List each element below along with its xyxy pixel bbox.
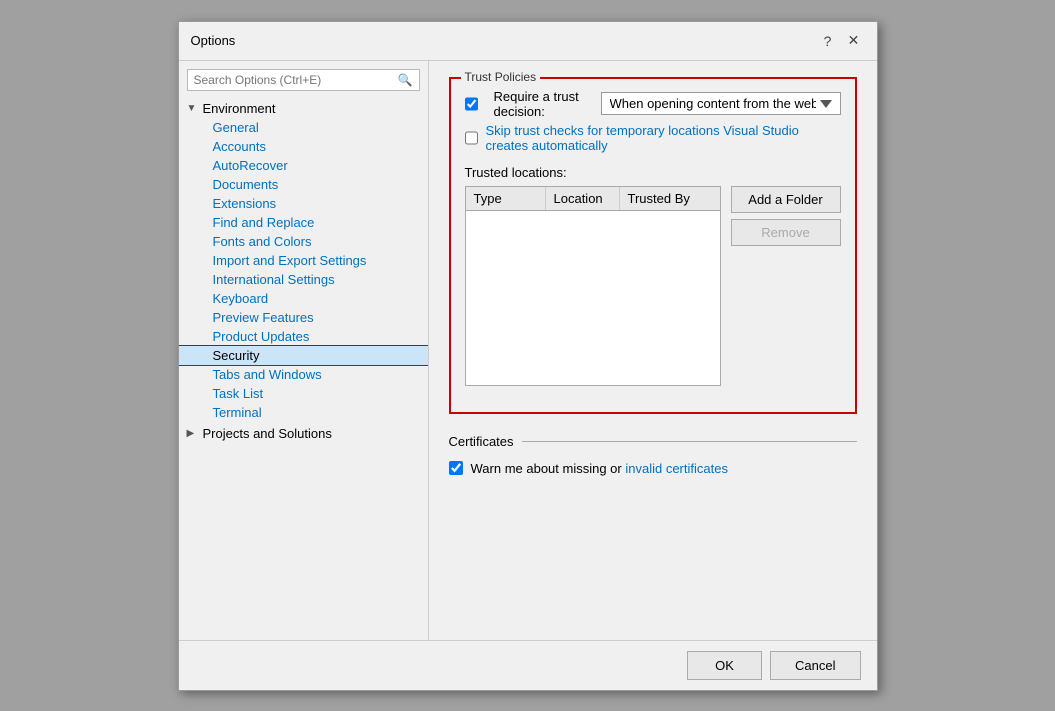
- col-type: Type: [466, 187, 546, 210]
- title-bar-buttons: ? ✕: [817, 30, 865, 52]
- cancel-button[interactable]: Cancel: [770, 651, 860, 680]
- tree-item-environment[interactable]: ▼ Environment: [179, 99, 428, 118]
- col-trusted-by: Trusted By: [620, 187, 720, 210]
- remove-button[interactable]: Remove: [731, 219, 841, 246]
- search-icon: 🔍: [398, 73, 413, 87]
- tree-item-tabs-windows[interactable]: Tabs and Windows: [179, 365, 428, 384]
- tree-item-keyboard[interactable]: Keyboard: [179, 289, 428, 308]
- help-button[interactable]: ?: [817, 30, 839, 52]
- skip-trust-checkbox[interactable]: [465, 131, 478, 145]
- tree: ▼ Environment General Accounts AutoRecov…: [179, 99, 428, 632]
- tree-item-task-list[interactable]: Task List: [179, 384, 428, 403]
- search-box[interactable]: 🔍: [187, 69, 420, 91]
- table-body: [466, 211, 720, 381]
- dialog-footer: OK Cancel: [179, 640, 877, 690]
- warn-certs-label: Warn me about missing or invalid certifi…: [471, 461, 728, 476]
- tree-item-security[interactable]: Security: [179, 346, 428, 365]
- skip-row: Skip trust checks for temporary location…: [465, 123, 841, 153]
- ok-button[interactable]: OK: [687, 651, 762, 680]
- tree-item-product-updates[interactable]: Product Updates: [179, 327, 428, 346]
- trusted-buttons: Add a Folder Remove: [731, 186, 841, 386]
- tree-projects-section: ▶ Projects and Solutions: [179, 424, 428, 443]
- search-input[interactable]: [194, 73, 398, 87]
- tree-item-international[interactable]: International Settings: [179, 270, 428, 289]
- tree-item-documents[interactable]: Documents: [179, 175, 428, 194]
- require-trust-row: Require a trust decision: When opening c…: [465, 89, 841, 119]
- add-folder-button[interactable]: Add a Folder: [731, 186, 841, 213]
- require-trust-checkbox[interactable]: [465, 97, 478, 111]
- dialog-body: 🔍 ▼ Environment General Accounts AutoRec…: [179, 61, 877, 640]
- tree-item-fonts-colors[interactable]: Fonts and Colors: [179, 232, 428, 251]
- divider-line: [522, 441, 857, 442]
- trust-policies-section: Trust Policies Require a trust decision:…: [449, 77, 857, 414]
- trusted-locations-label: Trusted locations:: [465, 165, 841, 180]
- close-button[interactable]: ✕: [843, 30, 865, 52]
- require-trust-label: Require a trust decision:: [494, 89, 593, 119]
- left-panel: 🔍 ▼ Environment General Accounts AutoRec…: [179, 61, 429, 640]
- trust-policies-legend: Trust Policies: [461, 70, 541, 84]
- tree-item-terminal[interactable]: Terminal: [179, 403, 428, 422]
- tree-item-preview-features[interactable]: Preview Features: [179, 308, 428, 327]
- certificates-label: Certificates: [449, 434, 514, 449]
- projects-label: Projects and Solutions: [203, 426, 332, 441]
- right-panel: Trust Policies Require a trust decision:…: [429, 61, 877, 640]
- environment-arrow: ▼: [187, 103, 201, 114]
- projects-arrow: ▶: [187, 428, 201, 439]
- warn-certs-checkbox[interactable]: [449, 461, 463, 475]
- tree-item-extensions[interactable]: Extensions: [179, 194, 428, 213]
- warn-certs-row: Warn me about missing or invalid certifi…: [449, 461, 857, 476]
- tree-item-accounts[interactable]: Accounts: [179, 137, 428, 156]
- col-location: Location: [546, 187, 620, 210]
- dialog-title: Options: [191, 33, 236, 48]
- tree-item-import-export[interactable]: Import and Export Settings: [179, 251, 428, 270]
- options-dialog: Options ? ✕ 🔍 ▼ Environment General A: [178, 21, 878, 691]
- environment-label: Environment: [203, 101, 276, 116]
- tree-item-autorecover[interactable]: AutoRecover: [179, 156, 428, 175]
- title-bar: Options ? ✕: [179, 22, 877, 61]
- trusted-table: Type Location Trusted By: [465, 186, 721, 386]
- table-header: Type Location Trusted By: [466, 187, 720, 211]
- tree-item-general[interactable]: General: [179, 118, 428, 137]
- skip-trust-label: Skip trust checks for temporary location…: [486, 123, 841, 153]
- certificates-section: Certificates Warn me about missing or in…: [449, 434, 857, 476]
- tree-environment-section: ▼ Environment General Accounts AutoRecov…: [179, 99, 428, 422]
- tree-item-find-replace[interactable]: Find and Replace: [179, 213, 428, 232]
- trusted-area: Type Location Trusted By Add a Folder Re…: [465, 186, 841, 386]
- tree-item-projects[interactable]: ▶ Projects and Solutions: [179, 424, 428, 443]
- trust-dropdown[interactable]: When opening content from the web Never …: [601, 92, 841, 115]
- certificates-divider: Certificates: [449, 434, 857, 449]
